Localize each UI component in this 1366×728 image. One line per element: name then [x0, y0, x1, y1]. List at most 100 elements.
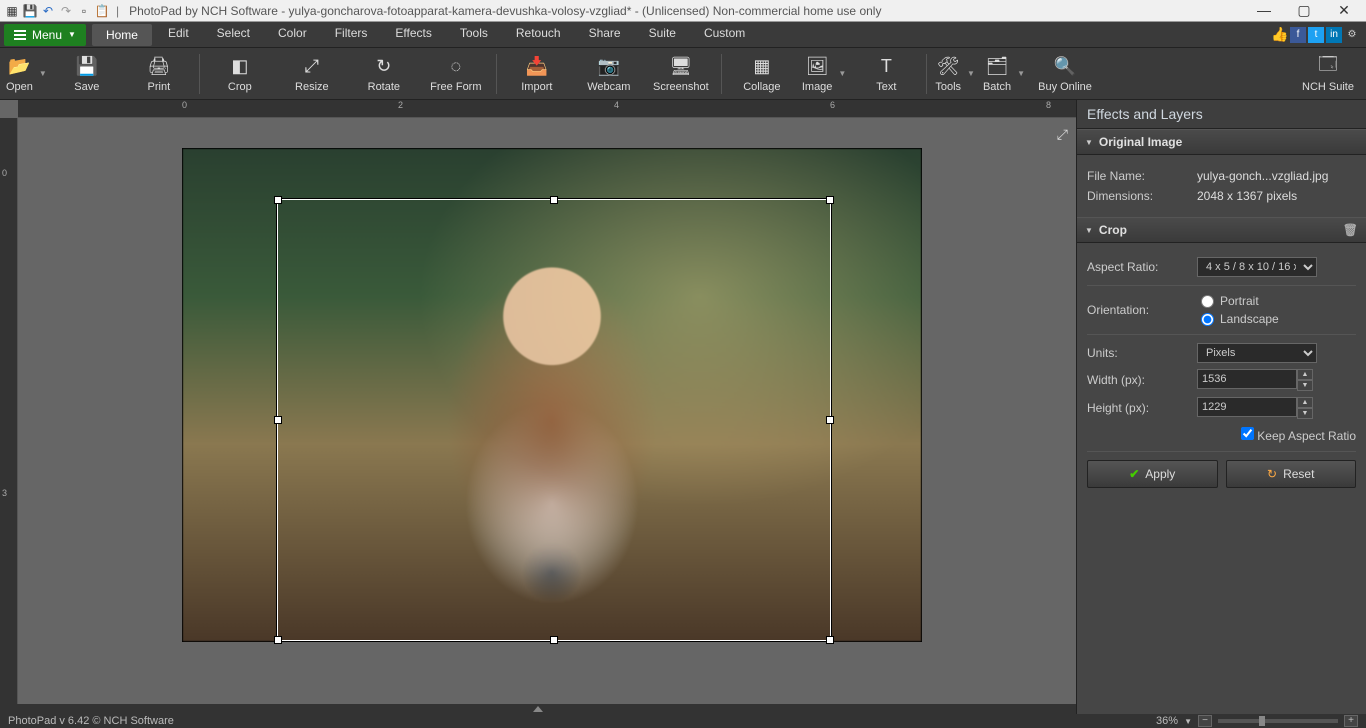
aspect-ratio-select[interactable]: 4 x 5 / 8 x 10 / 16 x 20 [1197, 257, 1317, 277]
tab-color[interactable]: Color [264, 22, 321, 48]
chevron-down-icon[interactable]: ▼ [1184, 717, 1192, 726]
menu-button[interactable]: Menu ▼ [4, 24, 86, 46]
reset-button[interactable]: ↻Reset [1226, 460, 1357, 488]
collage-button[interactable]: ▦Collage [726, 50, 798, 98]
screenshot-button[interactable]: 🖥Screenshot [645, 50, 717, 98]
maximize-button[interactable]: ▢ [1292, 2, 1316, 19]
orientation-portrait[interactable]: Portrait [1201, 294, 1279, 308]
crop-handle-bl[interactable] [274, 636, 282, 644]
crop-handle-tr[interactable] [826, 196, 834, 204]
radio-landscape[interactable] [1201, 313, 1214, 326]
webcam-button[interactable]: 📷Webcam [573, 50, 645, 98]
open-button[interactable]: 📂Open▼ [2, 50, 51, 98]
image-button[interactable]: 🖼Image▼ [798, 50, 851, 98]
divider [1087, 285, 1356, 286]
tab-share[interactable]: Share [575, 22, 635, 48]
panel-collapse-bar[interactable] [0, 704, 1076, 714]
close-button[interactable]: ✕ [1332, 2, 1356, 19]
text-button[interactable]: TText [850, 50, 922, 98]
free-form-button[interactable]: ◌Free Form [420, 50, 492, 98]
tab-select[interactable]: Select [203, 22, 264, 48]
print-button[interactable]: 🖨Print [123, 50, 195, 98]
rotate-button[interactable]: ↻Rotate [348, 50, 420, 98]
minimize-button[interactable]: — [1252, 2, 1276, 19]
filename-value: yulya-gonch...vzgliad.jpg [1197, 169, 1356, 183]
paste-icon[interactable]: 📋 [94, 3, 110, 19]
buy-online-icon: 🔍 [1053, 55, 1077, 79]
new-icon[interactable]: ▫ [76, 3, 92, 19]
save-icon: 💾 [75, 55, 99, 79]
zoom-in-button[interactable]: + [1344, 715, 1358, 727]
keep-aspect-checkbox[interactable]: Keep Aspect Ratio [1241, 429, 1356, 443]
aspect-ratio-label: Aspect Ratio: [1087, 260, 1197, 274]
redo-icon[interactable]: ↷ [58, 3, 74, 19]
rotate-icon: ↻ [372, 55, 396, 79]
fullscreen-icon[interactable]: ⤢ [1057, 126, 1068, 143]
crop-handle-tl[interactable] [274, 196, 282, 204]
image-frame[interactable] [182, 148, 922, 642]
tab-custom[interactable]: Custom [690, 22, 759, 48]
ruler-vertical: 03 [0, 118, 18, 704]
nch-suite-button[interactable]: 🗔NCH Suite [1292, 50, 1364, 98]
tools-icon: 🛠 [936, 55, 960, 79]
menubar: Menu ▼ HomeEditSelectColorFiltersEffects… [0, 22, 1366, 48]
ruler-tick: 6 [830, 100, 835, 110]
free-form-icon: ◌ [444, 55, 468, 79]
tab-suite[interactable]: Suite [635, 22, 690, 48]
orientation-landscape[interactable]: Landscape [1201, 312, 1279, 326]
zoom-slider[interactable] [1218, 719, 1338, 723]
twitter-icon[interactable]: t [1308, 27, 1324, 43]
tab-filters[interactable]: Filters [321, 22, 382, 48]
dimensions-label: Dimensions: [1087, 189, 1197, 203]
zoom-out-button[interactable]: − [1198, 715, 1212, 727]
chevron-down-icon[interactable]: ▼ [967, 69, 975, 78]
spin-down[interactable]: ▼ [1297, 380, 1313, 391]
tab-effects[interactable]: Effects [381, 22, 445, 48]
linkedin-icon[interactable]: in [1326, 27, 1342, 43]
thumbs-up-icon[interactable]: 👍 [1272, 27, 1288, 43]
chevron-down-icon[interactable]: ▼ [1017, 69, 1025, 78]
crop-handle-br[interactable] [826, 636, 834, 644]
crop-selection[interactable] [277, 199, 831, 641]
save-button[interactable]: 💾Save [51, 50, 123, 98]
tab-retouch[interactable]: Retouch [502, 22, 575, 48]
crop-handle-tm[interactable] [550, 196, 558, 204]
save-icon[interactable]: 💾 [22, 3, 38, 19]
crop-button[interactable]: ◧Crop [204, 50, 276, 98]
canvas-area: 02468 03 ⤢ [0, 100, 1076, 714]
width-input[interactable] [1197, 369, 1297, 389]
batch-button[interactable]: 🗂Batch▼ [979, 50, 1029, 98]
import-button[interactable]: 📥Import [501, 50, 573, 98]
window-controls: — ▢ ✕ [1252, 2, 1356, 19]
ruler-tick: 0 [182, 100, 187, 110]
effects-layers-panel: Effects and Layers ▼ Original Image File… [1076, 100, 1366, 714]
tab-home[interactable]: Home [92, 24, 152, 46]
open-icon: 📂 [7, 55, 31, 79]
radio-portrait[interactable] [1201, 295, 1214, 308]
crop-handle-bm[interactable] [550, 636, 558, 644]
buy-online-button[interactable]: 🔍Buy Online [1029, 50, 1101, 98]
undo-icon[interactable]: ↶ [40, 3, 56, 19]
apply-button[interactable]: ✔Apply [1087, 460, 1218, 488]
spin-up[interactable]: ▲ [1297, 397, 1313, 408]
crop-handle-mr[interactable] [826, 416, 834, 424]
section-crop[interactable]: ▼ Crop 🗑 [1077, 217, 1366, 243]
chevron-down-icon[interactable]: ▼ [39, 69, 47, 78]
canvas-viewport[interactable]: ⤢ [18, 118, 1076, 704]
section-original-image[interactable]: ▼ Original Image [1077, 129, 1366, 155]
resize-button[interactable]: ⤢Resize [276, 50, 348, 98]
crop-handle-ml[interactable] [274, 416, 282, 424]
tools-button[interactable]: 🛠Tools▼ [931, 50, 979, 98]
units-select[interactable]: Pixels [1197, 343, 1317, 363]
tab-edit[interactable]: Edit [154, 22, 203, 48]
spin-up[interactable]: ▲ [1297, 369, 1313, 380]
hamburger-icon [14, 30, 26, 40]
facebook-icon[interactable]: f [1290, 27, 1306, 43]
zoom-thumb[interactable] [1259, 716, 1265, 726]
spin-down[interactable]: ▼ [1297, 408, 1313, 419]
settings-icon[interactable]: ⚙ [1344, 27, 1360, 43]
height-input[interactable] [1197, 397, 1297, 417]
chevron-down-icon[interactable]: ▼ [838, 69, 846, 78]
delete-icon[interactable]: 🗑 [1343, 223, 1358, 237]
tab-tools[interactable]: Tools [446, 22, 502, 48]
